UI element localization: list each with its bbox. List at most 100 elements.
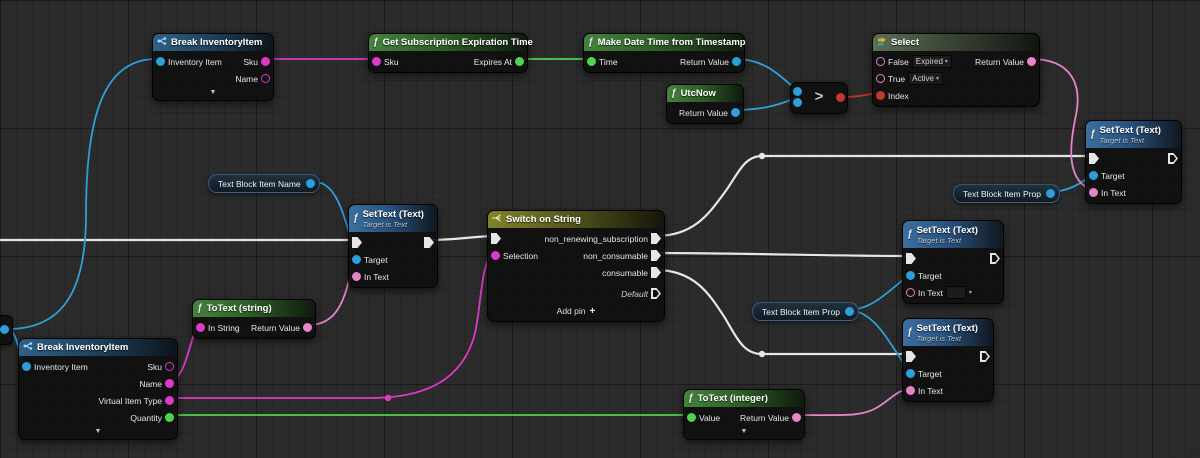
node-title: SetText (Text): [917, 323, 978, 334]
node-settext-middle-right[interactable]: ƒ SetText (Text)Target is Text Target In…: [902, 220, 1004, 304]
false-input-pin[interactable]: [876, 57, 885, 66]
in-string-input-pin[interactable]: [196, 323, 205, 332]
reroute-node[interactable]: [385, 395, 391, 401]
function-icon: ƒ: [907, 328, 913, 338]
chevron-down-icon: ▾: [936, 76, 939, 82]
index-input-pin[interactable]: [876, 91, 885, 100]
return-value-output-pin[interactable]: [303, 323, 312, 332]
function-icon: ƒ: [588, 38, 594, 48]
exec-in-pin[interactable]: [491, 233, 501, 244]
function-icon: ƒ: [1090, 130, 1096, 140]
node-subtitle: Target is Text: [363, 220, 424, 229]
node-title: SetText (Text): [917, 225, 978, 236]
true-input-pin[interactable]: [876, 74, 885, 83]
default-exec-pin[interactable]: [651, 288, 661, 299]
node-title: SetText (Text): [363, 209, 424, 220]
selection-input-pin[interactable]: [491, 251, 500, 260]
expires-at-output-pin[interactable]: [515, 57, 524, 66]
return-value-output-pin[interactable]: [792, 413, 801, 422]
wire-text-select-to-settext-topright-intext: [1031, 59, 1092, 190]
return-value-output-pin[interactable]: [732, 57, 741, 66]
select-icon: [877, 36, 887, 49]
inventory-item-input-pin[interactable]: [22, 362, 31, 371]
add-pin-label: Add pin: [557, 306, 586, 316]
case-consumable-pin[interactable]: [651, 267, 661, 278]
reroute-node[interactable]: [759, 351, 765, 357]
node-switch-on-string[interactable]: Switch on String non_renewing_subscripti…: [487, 210, 665, 322]
function-icon: ƒ: [353, 214, 359, 224]
true-value-dropdown[interactable]: Active▾: [908, 72, 943, 85]
target-input-pin[interactable]: [906, 369, 915, 378]
in-text-input-pin[interactable]: [906, 386, 915, 395]
node-settext-middle[interactable]: ƒ SetText (Text)Target is Text Target In…: [348, 204, 438, 288]
node-settext-top-right[interactable]: ƒ SetText (Text)Target is Text Target In…: [1085, 120, 1182, 204]
collapse-arrow-icon[interactable]: ▼: [210, 89, 217, 97]
target-input-pin[interactable]: [906, 271, 915, 280]
sku-output-pin[interactable]: [261, 57, 270, 66]
greater-input-a-pin[interactable]: [793, 87, 802, 96]
in-text-value-box[interactable]: [946, 286, 966, 299]
name-output-pin[interactable]: [165, 379, 174, 388]
virtual-item-type-output-pin[interactable]: [165, 396, 174, 405]
inventory-item-input-pin[interactable]: [156, 57, 165, 66]
value-input-pin[interactable]: [687, 413, 696, 422]
object-output-pin[interactable]: [0, 325, 9, 334]
return-value-output-pin[interactable]: [731, 108, 740, 117]
node-greater-than[interactable]: >: [790, 82, 848, 114]
node-select[interactable]: Select False Expired▾ Return Value True …: [872, 33, 1040, 107]
function-icon: ƒ: [907, 230, 913, 240]
target-input-pin[interactable]: [352, 255, 361, 264]
greater-result-pin[interactable]: [836, 93, 845, 102]
node-title: SetText (Text): [1100, 125, 1161, 136]
node-title: Select: [891, 37, 919, 48]
time-input-pin[interactable]: [587, 57, 596, 66]
variable-output-pin[interactable]: [1046, 189, 1055, 198]
case-non-renewing-subscription-pin[interactable]: [651, 233, 661, 244]
node-settext-bottom-right[interactable]: ƒ SetText (Text)Target is Text Target In…: [902, 318, 994, 402]
quantity-output-pin[interactable]: [165, 413, 174, 422]
sku-output-pin[interactable]: [165, 362, 174, 371]
node-var-text-block-item-prop-bottom[interactable]: Text Block Item Prop: [752, 302, 859, 321]
add-pin-button[interactable]: Add pin +: [488, 304, 664, 321]
reroute-node[interactable]: [759, 153, 765, 159]
node-var-text-block-item-prop-top[interactable]: Text Block Item Prop: [953, 184, 1060, 203]
node-title: Break InventoryItem: [171, 37, 262, 48]
exec-out-pin[interactable]: [1168, 153, 1178, 164]
node-var-text-block-item-name[interactable]: Text Block Item Name: [208, 174, 320, 193]
variable-output-pin[interactable]: [845, 307, 854, 316]
node-make-datetime-from-timestamp[interactable]: ƒ Make Date Time from Timestamp Time Ret…: [583, 33, 745, 73]
node-partial-offscreen[interactable]: [0, 315, 13, 345]
blueprint-graph-canvas[interactable]: Break InventoryItem Inventory Item Sku N…: [0, 0, 1200, 458]
plus-icon: +: [590, 307, 596, 316]
in-text-input-pin[interactable]: [352, 272, 361, 281]
in-text-input-pin[interactable]: [906, 288, 915, 297]
node-totext-string[interactable]: ƒ ToText (string) In String Return Value: [192, 299, 316, 339]
chevron-down-icon[interactable]: ▾: [969, 290, 972, 296]
exec-in-pin[interactable]: [1089, 153, 1099, 164]
exec-in-pin[interactable]: [906, 253, 916, 264]
exec-in-pin[interactable]: [352, 237, 362, 248]
false-value-dropdown[interactable]: Expired▾: [912, 55, 952, 68]
name-output-pin[interactable]: [261, 74, 270, 83]
variable-label: Text Block Item Name: [218, 179, 301, 189]
return-value-output-pin[interactable]: [1027, 57, 1036, 66]
case-non-consumable-pin[interactable]: [651, 250, 661, 261]
in-text-input-pin[interactable]: [1089, 188, 1098, 197]
sku-input-pin[interactable]: [372, 57, 381, 66]
collapse-arrow-icon[interactable]: ▼: [741, 428, 748, 436]
wire-exec-settext-mid-to-switch: [429, 236, 494, 240]
node-break-inventoryitem-top[interactable]: Break InventoryItem Inventory Item Sku N…: [152, 33, 274, 101]
collapse-arrow-icon[interactable]: ▼: [95, 428, 102, 436]
exec-in-pin[interactable]: [906, 351, 916, 362]
node-utcnow[interactable]: ƒ UtcNow Return Value: [666, 84, 744, 124]
exec-out-pin[interactable]: [990, 253, 1000, 264]
node-break-inventoryitem-bottom[interactable]: Break InventoryItem Inventory Item Sku N…: [18, 338, 178, 440]
exec-out-pin[interactable]: [424, 237, 434, 248]
greater-input-b-pin[interactable]: [793, 98, 802, 107]
false-value: Expired: [916, 56, 943, 67]
node-get-subscription-expiration-time[interactable]: ƒ Get Subscription Expiration Time Sku E…: [368, 33, 528, 73]
exec-out-pin[interactable]: [980, 351, 990, 362]
node-totext-integer[interactable]: ƒ ToText (integer) Value Return Value ▼: [683, 389, 805, 440]
target-input-pin[interactable]: [1089, 171, 1098, 180]
variable-output-pin[interactable]: [306, 179, 315, 188]
